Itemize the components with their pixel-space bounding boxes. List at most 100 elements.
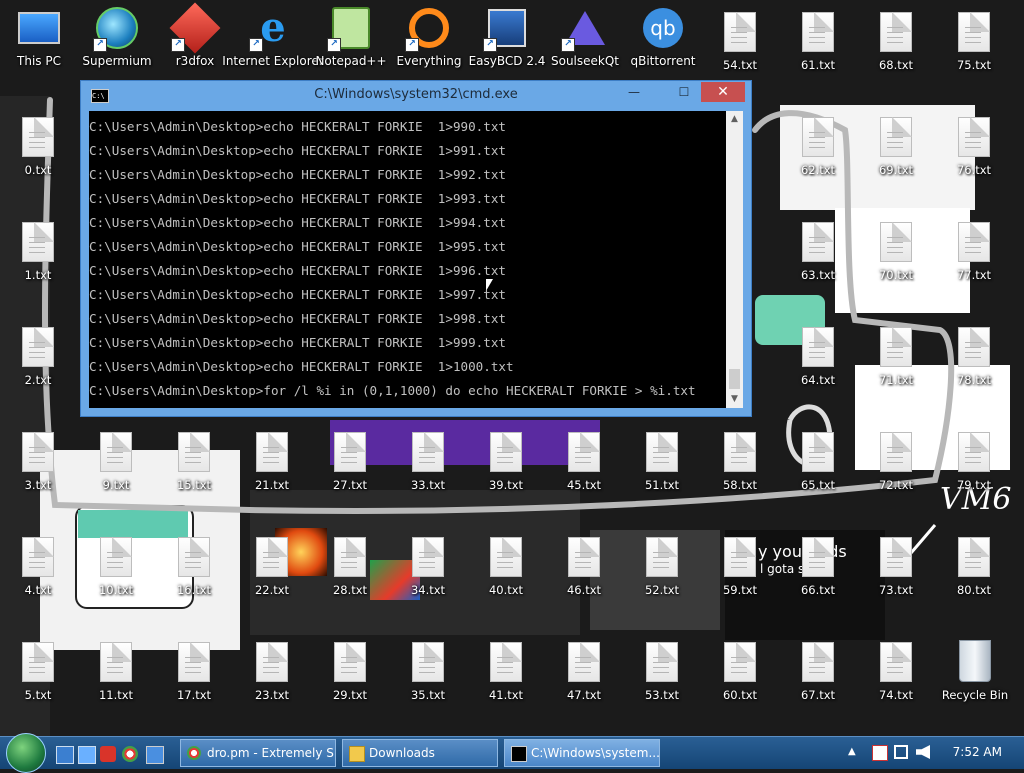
maximize-button[interactable]: ☐ [669, 82, 699, 102]
txt-file-62[interactable]: 62.txt [788, 117, 848, 179]
text-line [809, 662, 825, 663]
txt-file-58[interactable]: 58.txt [710, 432, 770, 494]
text-line [497, 672, 513, 673]
txt-file-46[interactable]: 46.txt [554, 537, 614, 599]
recycle-bin[interactable]: Recycle Bin [935, 638, 1015, 708]
txt-file-45[interactable]: 45.txt [554, 432, 614, 494]
console-output[interactable]: C:\Users\Admin\Desktop>echo HECKERALT FO… [89, 111, 743, 408]
txt-file-72[interactable]: 72.txt [866, 432, 926, 494]
cmd-window[interactable]: C:\ C:\Windows\system32\cmd.exe — ☐ ✕ C:… [80, 80, 752, 417]
txt-file-34[interactable]: 34.txt [398, 537, 458, 599]
txt-file-70[interactable]: 70.txt [866, 222, 926, 284]
taskbar-button-cmd[interactable]: C:\Windows\system... [504, 739, 660, 767]
txt-file-71[interactable]: 71.txt [866, 327, 926, 389]
txt-file-69[interactable]: 69.txt [866, 117, 926, 179]
taskbar-button-downloads[interactable]: Downloads [342, 739, 498, 767]
txt-file-77[interactable]: 77.txt [944, 222, 1004, 284]
desktop-icon-this-pc[interactable]: This PC [0, 6, 78, 78]
txt-file-1[interactable]: 1.txt [8, 222, 68, 284]
txt-file-67[interactable]: 67.txt [788, 642, 848, 704]
txt-file-54[interactable]: 54.txt [710, 12, 770, 74]
txt-file-59[interactable]: 59.txt [710, 537, 770, 599]
taskbar-clock[interactable]: 7:52 AM [953, 745, 1002, 759]
txt-file-52[interactable]: 52.txt [632, 537, 692, 599]
text-file-icon [178, 642, 210, 682]
txt-file-76[interactable]: 76.txt [944, 117, 1004, 179]
console-scrollbar[interactable]: ▲ ▼ [726, 111, 743, 408]
txt-file-80[interactable]: 80.txt [944, 537, 1004, 599]
txt-file-9[interactable]: 9.txt [86, 432, 146, 494]
monitor-taskbar-icon[interactable] [146, 746, 164, 764]
txt-file-65[interactable]: 65.txt [788, 432, 848, 494]
txt-file-10[interactable]: 10.txt [86, 537, 146, 599]
scroll-thumb[interactable] [729, 369, 740, 389]
text-line [965, 237, 981, 238]
txt-file-78[interactable]: 78.txt [944, 327, 1004, 389]
desktop-icon-everything[interactable]: ↗ Everything [390, 6, 468, 78]
scroll-down-icon[interactable]: ▼ [726, 391, 743, 408]
cmd-titlebar[interactable]: C:\ C:\Windows\system32\cmd.exe — ☐ ✕ [81, 81, 751, 109]
network-icon[interactable] [894, 745, 908, 759]
desktop-icon-notepad-plus-plus[interactable]: ↗ Notepad++ [312, 6, 390, 78]
desktop-icon-easybcd[interactable]: ↗ EasyBCD 2.4 [468, 6, 546, 78]
txt-file-23[interactable]: 23.txt [242, 642, 302, 704]
txt-file-15[interactable]: 15.txt [164, 432, 224, 494]
txt-file-3[interactable]: 3.txt [8, 432, 68, 494]
text-line [887, 142, 903, 143]
txt-file-64[interactable]: 64.txt [788, 327, 848, 389]
volume-icon[interactable] [916, 745, 930, 759]
txt-file-63[interactable]: 63.txt [788, 222, 848, 284]
txt-file-53[interactable]: 53.txt [632, 642, 692, 704]
txt-file-68[interactable]: 68.txt [866, 12, 926, 74]
txt-file-27[interactable]: 27.txt [320, 432, 380, 494]
scroll-up-icon[interactable]: ▲ [726, 111, 743, 128]
txt-file-label: 71.txt [878, 373, 914, 387]
txt-file-4[interactable]: 4.txt [8, 537, 68, 599]
txt-file-label: 73.txt [878, 583, 914, 597]
desktop-icon-soulseekqt[interactable]: ↗ SoulseekQt [546, 6, 624, 78]
txt-file-60[interactable]: 60.txt [710, 642, 770, 704]
r3dfox-taskbar-icon[interactable] [100, 746, 116, 762]
desktop-icon-supermium[interactable]: ↗ Supermium [78, 6, 156, 78]
txt-file-75[interactable]: 75.txt [944, 12, 1004, 74]
txt-file-28[interactable]: 28.txt [320, 537, 380, 599]
chrome-taskbar-icon[interactable] [122, 746, 138, 762]
txt-file-47[interactable]: 47.txt [554, 642, 614, 704]
start-button[interactable] [6, 733, 46, 773]
txt-file-5[interactable]: 5.txt [8, 642, 68, 704]
txt-file-17[interactable]: 17.txt [164, 642, 224, 704]
txt-file-35[interactable]: 35.txt [398, 642, 458, 704]
txt-file-21[interactable]: 21.txt [242, 432, 302, 494]
txt-file-33[interactable]: 33.txt [398, 432, 458, 494]
text-file-icon [880, 642, 912, 682]
text-line [809, 32, 825, 33]
taskbar-button-browser[interactable]: dro.pm - Extremely S... [180, 739, 336, 767]
text-line [107, 562, 123, 563]
txt-file-51[interactable]: 51.txt [632, 432, 692, 494]
txt-file-40[interactable]: 40.txt [476, 537, 536, 599]
txt-file-22[interactable]: 22.txt [242, 537, 302, 599]
txt-file-61[interactable]: 61.txt [788, 12, 848, 74]
tray-expand-icon[interactable]: ▲ [848, 746, 856, 757]
txt-file-29[interactable]: 29.txt [320, 642, 380, 704]
txt-file-79[interactable]: 79.txt [944, 432, 1004, 494]
minimize-button[interactable]: — [619, 82, 649, 102]
text-line [809, 452, 825, 453]
txt-file-41[interactable]: 41.txt [476, 642, 536, 704]
text-line [341, 452, 357, 453]
txt-file-73[interactable]: 73.txt [866, 537, 926, 599]
txt-file-0[interactable]: 0.txt [8, 117, 68, 179]
txt-file-39[interactable]: 39.txt [476, 432, 536, 494]
txt-file-2[interactable]: 2.txt [8, 327, 68, 389]
explorer-icon[interactable] [78, 746, 96, 764]
close-button[interactable]: ✕ [701, 82, 745, 102]
desktop-icon-internet-explorer[interactable]: e ↗ Internet Explorer [222, 6, 323, 78]
text-line [419, 557, 435, 558]
action-center-icon[interactable] [872, 745, 888, 761]
txt-file-66[interactable]: 66.txt [788, 537, 848, 599]
txt-file-11[interactable]: 11.txt [86, 642, 146, 704]
txt-file-74[interactable]: 74.txt [866, 642, 926, 704]
txt-file-16[interactable]: 16.txt [164, 537, 224, 599]
desktop-icon-qbittorrent[interactable]: qb qBittorrent [624, 6, 702, 78]
show-desktop-icon[interactable] [56, 746, 74, 764]
